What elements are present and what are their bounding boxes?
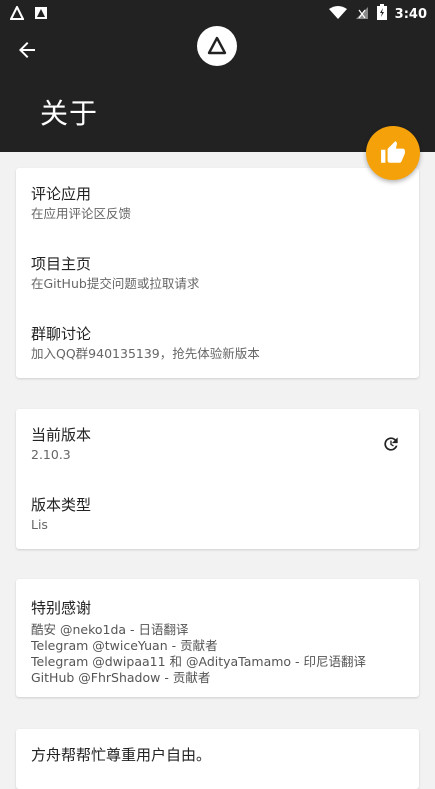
project-homepage-item[interactable]: 项目主页 在GitHub提交问题或拉取请求 <box>31 255 404 292</box>
special-thanks-card: 特别感谢 酷安 @neko1da - 日语翻译 Telegram @twiceY… <box>16 579 419 697</box>
app-header: 关于 <box>0 26 435 152</box>
item-title: 当前版本 <box>31 426 92 444</box>
thanks-line: GitHub @FhrShadow - 贡献者 <box>31 670 211 685</box>
app-notification-icon <box>34 5 48 24</box>
feedback-card: 评论应用 在应用评论区反馈 项目主页 在GitHub提交问题或拉取请求 群聊讨论… <box>16 168 419 378</box>
thanks-title: 特别感谢 <box>31 599 92 617</box>
app-logo <box>197 26 237 66</box>
thanks-line: Telegram @dwipaa11 和 @AdityaTamamo - 印尼语… <box>31 654 367 669</box>
wifi-icon <box>328 5 347 24</box>
item-title: 版本类型 <box>31 496 92 514</box>
item-title: 群聊讨论 <box>31 325 92 343</box>
build-type-item[interactable]: 版本类型 Lis <box>31 496 404 533</box>
item-subtitle: 2.10.3 <box>31 447 71 462</box>
status-bar: 3:40 <box>0 0 435 26</box>
item-title: 评论应用 <box>31 185 92 203</box>
current-version-item[interactable]: 当前版本 2.10.3 <box>31 426 404 463</box>
back-button[interactable] <box>15 38 39 62</box>
thanks-line: Telegram @twiceYuan - 贡献者 <box>31 638 218 653</box>
like-fab-button[interactable] <box>366 126 420 180</box>
back-arrow-icon <box>19 42 35 58</box>
app-logo-icon <box>207 36 227 55</box>
refresh-icon <box>384 437 398 451</box>
status-time: 3:40 <box>394 6 427 22</box>
thumbs-up-icon <box>381 141 405 163</box>
thanks-line: 酷安 @neko1da - 日语翻译 <box>31 622 189 637</box>
app-notification-icon <box>9 4 25 24</box>
group-chat-item[interactable]: 群聊讨论 加入QQ群940135139，抢先体验新版本 <box>31 325 404 362</box>
freedom-card: 方舟帮帮忙尊重用户自由。 <box>16 729 419 789</box>
item-subtitle: 加入QQ群940135139，抢先体验新版本 <box>31 346 260 361</box>
item-title: 项目主页 <box>31 255 92 273</box>
check-update-button[interactable] <box>381 434 401 454</box>
page-title: 关于 <box>40 97 99 130</box>
item-subtitle: Lis <box>31 517 48 532</box>
item-subtitle: 在应用评论区反馈 <box>31 206 132 221</box>
item-subtitle: 在GitHub提交问题或拉取请求 <box>31 276 200 291</box>
signal-icon <box>355 5 369 24</box>
battery-icon <box>376 4 387 24</box>
rate-app-item[interactable]: 评论应用 在应用评论区反馈 <box>31 185 404 222</box>
freedom-text: 方舟帮帮忙尊重用户自由。 <box>31 746 212 764</box>
version-card: 当前版本 2.10.3 版本类型 Lis <box>16 409 419 549</box>
